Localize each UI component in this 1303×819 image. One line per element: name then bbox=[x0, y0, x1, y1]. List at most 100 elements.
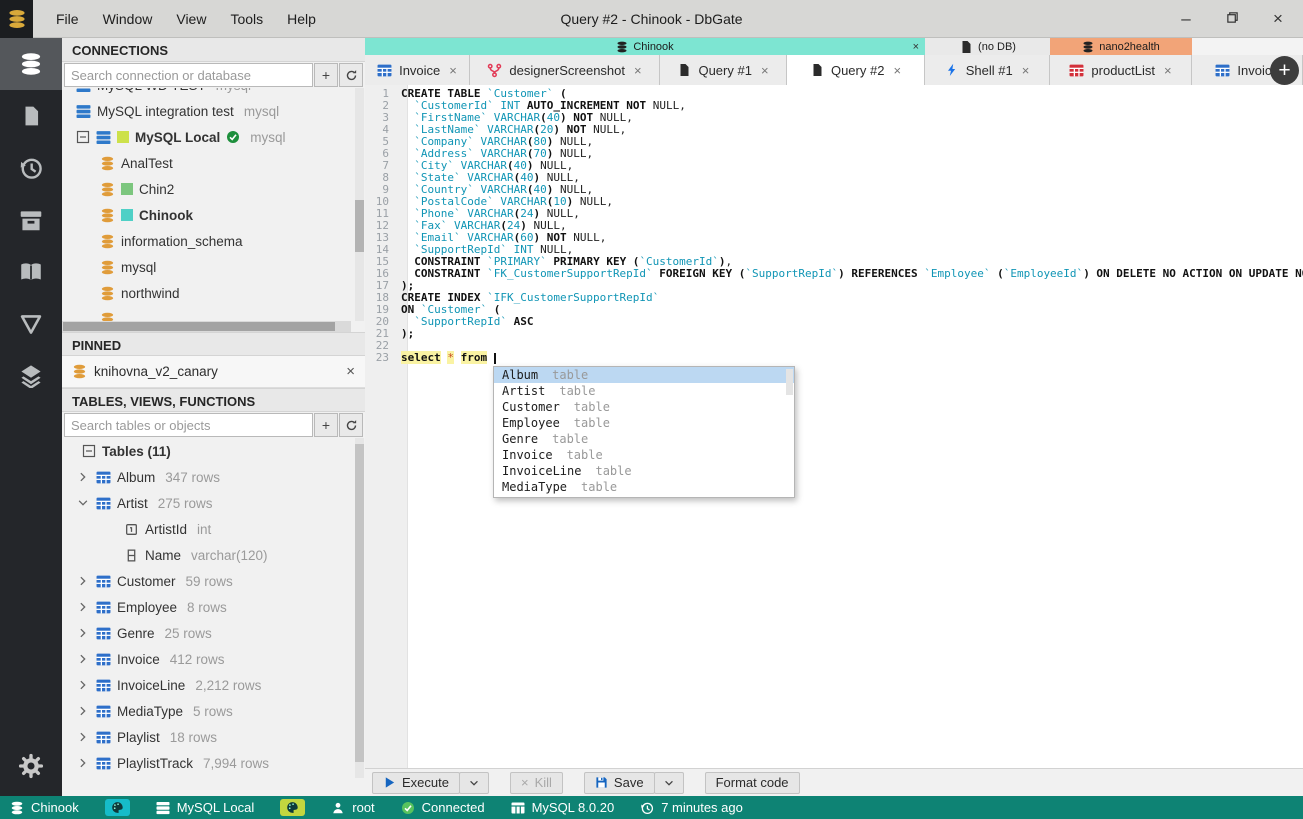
close-group-icon[interactable]: × bbox=[913, 41, 919, 53]
autocomplete-item-album[interactable]: Album table bbox=[494, 367, 794, 383]
tab-group-unnamed[interactable] bbox=[1192, 38, 1303, 55]
status-color-badge[interactable] bbox=[104, 799, 130, 816]
chevron-right-icon[interactable] bbox=[76, 705, 90, 717]
refresh-connections-button[interactable] bbox=[339, 63, 363, 87]
tree-item-genre[interactable]: Genre 25 rows bbox=[62, 620, 365, 646]
activity-history-button[interactable] bbox=[0, 142, 62, 194]
menu-view[interactable]: View bbox=[167, 7, 215, 31]
tab-group-Chinook[interactable]: Chinook × bbox=[365, 38, 925, 55]
execute-dropdown-button[interactable] bbox=[458, 771, 489, 794]
chevron-right-icon[interactable] bbox=[76, 575, 90, 587]
execute-button[interactable]: Execute bbox=[372, 771, 460, 794]
tree-item-name[interactable]: Name varchar(120) bbox=[62, 542, 365, 568]
activity-book-button[interactable] bbox=[0, 246, 62, 298]
tab-group-(no DB)[interactable]: (no DB) bbox=[925, 38, 1050, 55]
refresh-tables-button[interactable] bbox=[339, 413, 363, 437]
tab-query-2[interactable]: Query #2 × bbox=[787, 55, 925, 85]
close-button[interactable]: × bbox=[1267, 9, 1289, 29]
activity-layers-button[interactable] bbox=[0, 350, 62, 402]
close-tab-icon[interactable]: × bbox=[449, 63, 457, 78]
autocomplete-item-mediatype[interactable]: MediaType table bbox=[494, 479, 794, 495]
minimize-button[interactable]: – bbox=[1175, 9, 1197, 29]
activity-database-button[interactable] bbox=[0, 38, 62, 90]
tab-group-nano2health[interactable]: nano2health bbox=[1050, 38, 1192, 55]
connection-item-mysql[interactable]: mysql bbox=[62, 254, 365, 280]
connection-item-MySQL WD TEST[interactable]: MySQL WD TEST mysql bbox=[62, 88, 365, 98]
activity-archive-button[interactable] bbox=[0, 194, 62, 246]
chevron-right-icon[interactable] bbox=[76, 679, 90, 691]
status-color-badge[interactable] bbox=[280, 799, 306, 816]
chevron-right-icon[interactable] bbox=[76, 653, 90, 665]
format-code-button[interactable]: Format code bbox=[704, 771, 800, 794]
status-chinook[interactable]: Chinook bbox=[10, 800, 79, 815]
settings-button[interactable] bbox=[0, 744, 62, 788]
pinned-item[interactable]: knihovna_v2_canary × bbox=[62, 356, 365, 388]
chevron-right-icon[interactable] bbox=[76, 731, 90, 743]
connection-item-Chinook[interactable]: Chinook bbox=[62, 202, 365, 228]
chevron-right-icon[interactable] bbox=[76, 627, 90, 639]
activity-file-button[interactable] bbox=[0, 90, 62, 142]
connection-item-Chin2[interactable]: Chin2 bbox=[62, 176, 365, 202]
chevron-right-icon[interactable] bbox=[76, 601, 90, 613]
tree-item-invoice[interactable]: Invoice 412 rows bbox=[62, 646, 365, 672]
tab-invoice[interactable]: Invoice × bbox=[365, 55, 470, 85]
close-tab-icon[interactable]: × bbox=[761, 63, 769, 78]
connections-horizontal-scrollbar[interactable] bbox=[62, 321, 351, 332]
connections-search-input[interactable] bbox=[64, 63, 313, 87]
connection-item-northwind[interactable]: northwind bbox=[62, 280, 365, 306]
close-tab-icon[interactable]: × bbox=[1164, 63, 1172, 78]
autocomplete-item-customer[interactable]: Customer table bbox=[494, 399, 794, 415]
close-tab-icon[interactable]: × bbox=[1022, 63, 1030, 78]
theme-color-badge[interactable] bbox=[104, 799, 130, 816]
menu-tools[interactable]: Tools bbox=[221, 7, 272, 31]
tree-item-invoiceline[interactable]: InvoiceLine 2,212 rows bbox=[62, 672, 365, 698]
tree-item-playlisttrack[interactable]: PlaylistTrack 7,994 rows bbox=[62, 750, 365, 776]
connection-item-AnalTest[interactable]: AnalTest bbox=[62, 150, 365, 176]
tree-item-artist[interactable]: Artist 275 rows bbox=[62, 490, 365, 516]
theme-color-badge[interactable] bbox=[280, 799, 306, 816]
autocomplete-item-artist[interactable]: Artist table bbox=[494, 383, 794, 399]
connection-item-information_schema[interactable]: information_schema bbox=[62, 228, 365, 254]
connection-item-MySQL Local[interactable]: MySQL Local mysql bbox=[62, 124, 365, 150]
menu-file[interactable]: File bbox=[47, 7, 88, 31]
tree-item-employee[interactable]: Employee 8 rows bbox=[62, 594, 365, 620]
chevron-right-icon[interactable] bbox=[76, 757, 90, 769]
tree-item-tables-11-[interactable]: Tables (11) bbox=[62, 438, 365, 464]
tab-query-1[interactable]: Query #1 × bbox=[660, 55, 787, 85]
kill-button[interactable]: × Kill bbox=[509, 771, 563, 794]
autocomplete-item-genre[interactable]: Genre table bbox=[494, 431, 794, 447]
close-tab-icon[interactable]: × bbox=[634, 63, 642, 78]
autocomplete-scrollbar[interactable] bbox=[786, 369, 793, 395]
tree-item-customer[interactable]: Customer 59 rows bbox=[62, 568, 365, 594]
unpin-close-icon[interactable]: × bbox=[346, 363, 355, 380]
status-mysql-local[interactable]: MySQL Local bbox=[156, 800, 254, 815]
status-root[interactable]: root bbox=[331, 800, 375, 815]
autocomplete-item-employee[interactable]: Employee table bbox=[494, 415, 794, 431]
status-7-minutes-ago[interactable]: 7 minutes ago bbox=[640, 800, 743, 815]
tree-item-artistid[interactable]: ArtistId int bbox=[62, 516, 365, 542]
save-button[interactable]: Save bbox=[583, 771, 655, 794]
add-connection-button[interactable]: + bbox=[314, 63, 338, 87]
tab-designerscreenshot[interactable]: designerScreenshot × bbox=[470, 55, 660, 85]
status-connected[interactable]: Connected bbox=[401, 800, 485, 815]
tree-item-mediatype[interactable]: MediaType 5 rows bbox=[62, 698, 365, 724]
autocomplete-item-invoice[interactable]: Invoice table bbox=[494, 447, 794, 463]
tree-item-album[interactable]: Album 347 rows bbox=[62, 464, 365, 490]
add-table-button[interactable]: + bbox=[314, 413, 338, 437]
chevron-down-icon[interactable] bbox=[76, 497, 90, 509]
tree-item-playlist[interactable]: Playlist 18 rows bbox=[62, 724, 365, 750]
connections-vertical-scrollbar[interactable] bbox=[355, 88, 364, 321]
sql-editor[interactable]: 1 CREATE TABLE `Customer` (2 `CustomerId`… bbox=[365, 85, 1303, 768]
activity-funnel-button[interactable] bbox=[0, 298, 62, 350]
chevron-right-icon[interactable] bbox=[76, 471, 90, 483]
close-tab-icon[interactable]: × bbox=[893, 63, 901, 78]
menu-window[interactable]: Window bbox=[94, 7, 162, 31]
save-dropdown-button[interactable] bbox=[653, 771, 684, 794]
tables-vertical-scrollbar[interactable] bbox=[355, 438, 364, 778]
tab-productlist[interactable]: productList × bbox=[1050, 55, 1192, 85]
new-tab-button[interactable]: + bbox=[1270, 56, 1299, 85]
autocomplete-item-invoiceline[interactable]: InvoiceLine table bbox=[494, 463, 794, 479]
status-mysql-8-0-20[interactable]: MySQL 8.0.20 bbox=[511, 800, 614, 815]
restore-button[interactable] bbox=[1221, 9, 1243, 29]
tables-search-input[interactable] bbox=[64, 413, 313, 437]
